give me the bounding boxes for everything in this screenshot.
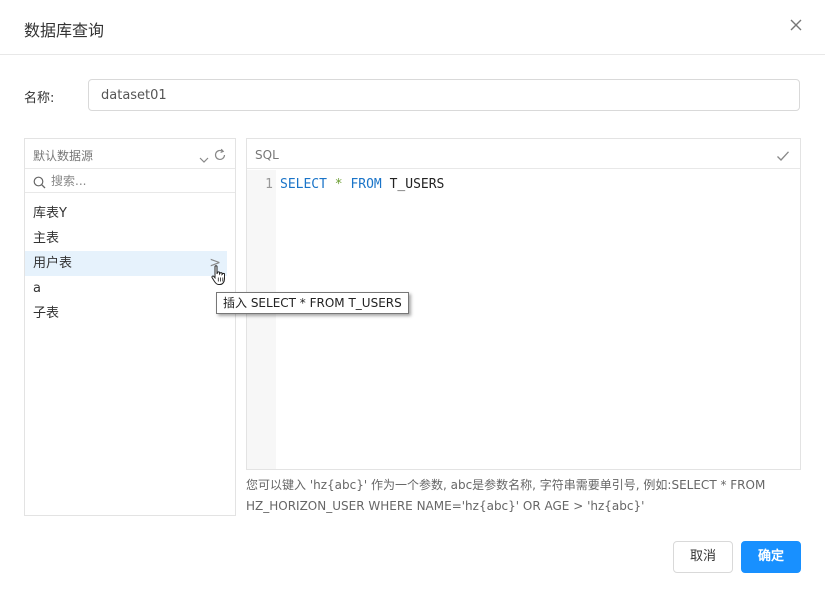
sql-keyword: SELECT xyxy=(280,177,327,192)
sql-code-line[interactable]: SELECT * FROM T_USERS xyxy=(280,177,444,192)
database-query-dialog: 数据库查询 名称: 默认数据源 库表Y 主表 用户表 > xyxy=(0,0,825,596)
parameter-hint-text: 您可以键入 'hz{abc}' 作为一个参数, abc是参数名称, 字符串需要单… xyxy=(246,478,766,513)
hand-pointer-icon xyxy=(210,264,228,290)
table-item-kubiao-y[interactable]: 库表Y xyxy=(25,201,227,226)
table-search-input[interactable] xyxy=(51,171,227,191)
confirm-button[interactable]: 确定 xyxy=(741,541,801,573)
name-label: 名称: xyxy=(24,91,55,106)
insert-tooltip: 插入 SELECT * FROM T_USERS xyxy=(216,292,409,314)
table-item-label: 子表 xyxy=(33,306,60,321)
editor-language-label: SQL xyxy=(255,148,279,162)
table-item-a[interactable]: a xyxy=(25,276,227,301)
dialog-title: 数据库查询 xyxy=(24,21,105,40)
dataset-name-input[interactable] xyxy=(88,79,800,111)
table-item-label: 主表 xyxy=(33,231,60,246)
sql-table-name: T_USERS xyxy=(389,177,445,192)
table-item-zibiao[interactable]: 子表 xyxy=(25,301,227,326)
close-icon[interactable] xyxy=(787,16,805,34)
line-number: 1 xyxy=(265,177,273,192)
table-item-label: 库表Y xyxy=(33,206,67,221)
table-item-label: a xyxy=(33,281,41,296)
table-search xyxy=(25,169,235,193)
dialog-header: 数据库查询 xyxy=(0,0,825,55)
sql-keyword: FROM xyxy=(350,177,382,192)
datasource-selected-label: 默认数据源 xyxy=(33,149,94,163)
editor-gutter xyxy=(247,170,276,469)
table-item-label: 用户表 xyxy=(33,256,73,271)
table-item-zhubiao[interactable]: 主表 xyxy=(25,226,227,251)
datasource-select[interactable]: 默认数据源 xyxy=(25,139,235,169)
table-item-users[interactable]: 用户表 > xyxy=(25,251,227,276)
table-browser-panel: 默认数据源 库表Y 主表 用户表 > a 子表 xyxy=(24,138,236,516)
check-icon[interactable] xyxy=(776,147,790,166)
chevron-down-icon xyxy=(199,149,209,168)
table-list: 库表Y 主表 用户表 > a 子表 xyxy=(25,201,235,326)
search-icon xyxy=(33,174,46,193)
refresh-icon[interactable] xyxy=(213,147,227,166)
cancel-button[interactable]: 取消 xyxy=(673,541,733,573)
editor-header: SQL xyxy=(247,139,800,169)
sql-operator: * xyxy=(334,177,343,192)
